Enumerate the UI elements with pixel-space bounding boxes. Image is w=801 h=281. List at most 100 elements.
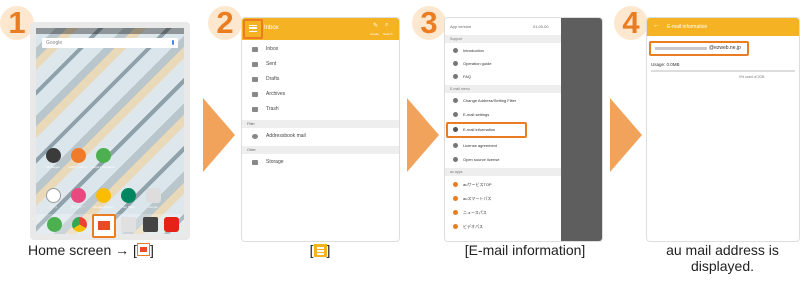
chrome-app-icon[interactable] — [72, 217, 87, 232]
folder-label: Trash — [266, 106, 279, 112]
storage-item[interactable]: Storage — [242, 155, 399, 170]
mic-icon — [172, 40, 174, 45]
storage-icon — [252, 160, 258, 165]
address-icon — [453, 98, 458, 103]
gallery-app-icon[interactable] — [71, 148, 86, 163]
search-placeholder: Google — [46, 40, 63, 46]
drafts-icon — [252, 77, 258, 82]
screen3-phone: App version 01.00.00 Support Introductio… — [444, 17, 603, 242]
usage-detail: 0% used of 2GB — [739, 75, 765, 79]
menu-video-pass[interactable]: ビデオパス — [445, 220, 599, 233]
mail-app-mini-icon — [136, 243, 150, 256]
contacts-app-icon[interactable] — [121, 217, 136, 232]
folder-drafts[interactable]: Drafts — [242, 72, 399, 87]
menu-label: E-mail information — [463, 127, 496, 132]
app-version-value: 01.00.00 — [533, 24, 549, 29]
folder-trash[interactable]: Trash — [242, 102, 399, 117]
addressbook-mail[interactable]: Addressbook mail — [242, 129, 399, 144]
au-service-icon — [453, 182, 458, 187]
apps-app-icon[interactable] — [46, 188, 61, 203]
screen4-phone: ← E-mail information @ezweb.ne.jp Usage:… — [646, 17, 800, 242]
section-label: Other — [247, 148, 256, 152]
menu-faq[interactable]: FAQ — [445, 70, 599, 83]
section-label: Support — [450, 37, 463, 41]
step1-caption: Home screen → [] — [28, 242, 208, 258]
addressbook-label: Addressbook mail — [266, 133, 306, 139]
guide-icon — [453, 61, 458, 66]
folder-label: Archives — [266, 91, 286, 97]
app-version-label: App version — [450, 24, 472, 29]
menu-au-service-top[interactable]: auサービスTOP — [445, 178, 599, 191]
open-source-icon — [453, 157, 458, 162]
messages-app-icon[interactable] — [46, 148, 61, 163]
masked-address — [655, 47, 707, 50]
menu-email-settings[interactable]: E-mail settings — [445, 108, 599, 121]
info-icon — [453, 127, 458, 132]
app-label: Google Photos — [93, 205, 113, 209]
archive-icon — [252, 92, 258, 97]
folder-label: Sent — [266, 61, 277, 67]
google-folder-icon[interactable] — [146, 188, 161, 203]
google-search-bar[interactable]: Google — [42, 38, 178, 48]
step-number-2: 2 — [208, 6, 242, 40]
compose-icon[interactable]: ✎ — [373, 22, 378, 29]
menu-news-pass[interactable]: ニュースパス — [445, 206, 599, 219]
menu-license[interactable]: License agreement — [445, 139, 599, 152]
step-number-3: 3 — [412, 6, 446, 40]
menu-open-source[interactable]: Open source license — [445, 153, 599, 166]
folder-label: Drafts — [266, 76, 280, 82]
play-store-icon[interactable] — [121, 188, 136, 203]
mail-app-icon[interactable] — [92, 214, 116, 238]
app-label: Gallery Album — [68, 165, 88, 169]
inbox-icon — [252, 47, 258, 52]
step-number-4: 4 — [614, 6, 648, 40]
phone-app-icon[interactable] — [47, 217, 62, 232]
menu-label: ニュースパス — [463, 210, 487, 215]
search-icon[interactable]: ⌕ — [385, 22, 388, 29]
intro-icon — [453, 48, 458, 53]
address-suffix: @ezweb.ne.jp — [709, 45, 741, 51]
menu-email-information[interactable]: E-mail information — [446, 122, 527, 138]
disney-app-icon[interactable] — [71, 188, 86, 203]
settings-icon — [453, 112, 458, 117]
menu-change-address[interactable]: Change Address/Setting Filter — [445, 94, 599, 107]
app-label: Google — [148, 205, 158, 209]
usage-bar — [651, 70, 795, 72]
storage-label: Storage — [266, 159, 284, 165]
back-arrow-icon[interactable]: ← — [653, 22, 660, 29]
screen4-header-title: E-mail information — [667, 24, 708, 30]
screen1-phone: Google Messages Gallery Album Legal Info… — [30, 22, 190, 240]
app-label: Legal Information — [92, 165, 116, 169]
menu-mini-icon — [313, 244, 327, 257]
menu-introduction[interactable]: Introduction — [445, 44, 599, 57]
photos-app-icon[interactable] — [96, 188, 111, 203]
section-au-apps: au apps — [445, 168, 561, 176]
folder-inbox[interactable]: Inbox — [242, 42, 399, 57]
menu-operation-guide[interactable]: Operation guide — [445, 57, 599, 70]
menu-label: E-mail settings — [463, 112, 490, 117]
menu-au-smartpass[interactable]: auスマートパス — [445, 192, 599, 205]
youtube-app-icon[interactable] — [164, 217, 179, 232]
screen4-header: ← E-mail information — [647, 18, 799, 36]
folder-sent[interactable]: Sent — [242, 57, 399, 72]
menu-label: Open source license — [463, 157, 500, 162]
step-arrow-3 — [610, 98, 642, 172]
legal-info-app-icon[interactable] — [96, 148, 111, 163]
step1-caption-end: ] — [149, 242, 154, 258]
step-number-1: 1 — [0, 6, 34, 40]
header-action-search: Search — [383, 32, 393, 36]
step3-caption: [E-mail information] — [464, 242, 586, 258]
menu-label: Operation guide — [463, 61, 492, 66]
camera-app-icon[interactable] — [143, 217, 158, 232]
drawer-panel: App version 01.00.00 Support Introductio… — [445, 18, 561, 241]
menu-button[interactable] — [243, 19, 263, 39]
menu-label: FAQ — [463, 74, 472, 79]
section-other: Other — [242, 146, 399, 154]
step2-caption: [] — [290, 242, 350, 258]
app-label: Messages — [46, 165, 60, 169]
usage-label: Usage: 0.0MB — [651, 62, 680, 67]
addressbook-icon — [252, 134, 258, 139]
section-label: Filter — [247, 122, 255, 126]
folder-archives[interactable]: Archives — [242, 87, 399, 102]
license-icon — [453, 143, 458, 148]
